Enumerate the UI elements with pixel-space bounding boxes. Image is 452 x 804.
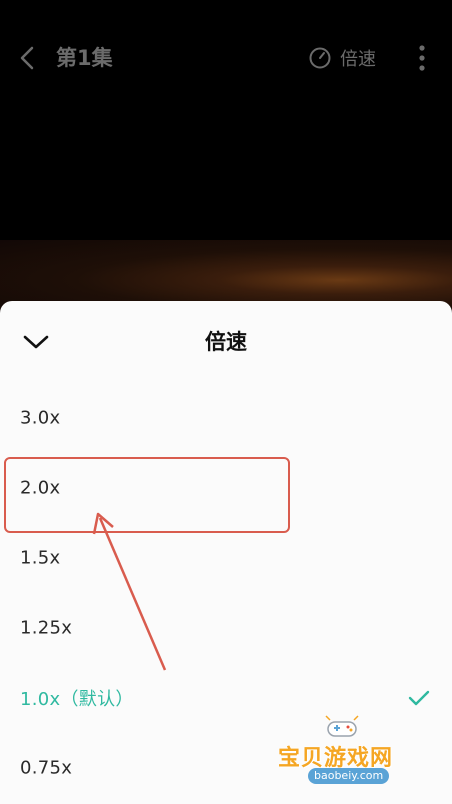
speed-option-label: 0.75x: [20, 757, 73, 779]
speed-option-3x[interactable]: 3.0x: [0, 386, 452, 450]
gamepad-icon: [325, 715, 359, 737]
speed-option-label: 1.0x（默认）: [20, 689, 134, 710]
watermark-logo: 宝贝游戏网 baobeiy.com: [272, 712, 432, 792]
speed-option-label: 3.0x: [20, 407, 61, 429]
more-options-icon[interactable]: [410, 42, 434, 74]
speed-option-1-25x[interactable]: 1.25x: [0, 596, 452, 660]
speed-option-1-5x[interactable]: 1.5x: [0, 526, 452, 590]
player-top-bar: 第1集 倍速: [0, 0, 452, 118]
video-area[interactable]: [0, 118, 452, 318]
annotation-highlight-box: [4, 457, 290, 533]
speed-gauge-icon: [309, 47, 331, 69]
checkmark-icon: [408, 690, 430, 706]
sheet-title: 倍速: [205, 330, 247, 354]
watermark-url: baobeiy.com: [308, 768, 390, 784]
back-arrow-icon[interactable]: [16, 44, 40, 72]
episode-title: 第1集: [56, 46, 113, 70]
speed-option-label: 1.25x: [20, 617, 73, 639]
speed-button[interactable]: 倍速: [308, 44, 376, 72]
speed-option-label: 1.5x: [20, 547, 61, 569]
speed-button-label: 倍速: [340, 49, 376, 70]
sheet-header: 倍速: [0, 301, 452, 381]
